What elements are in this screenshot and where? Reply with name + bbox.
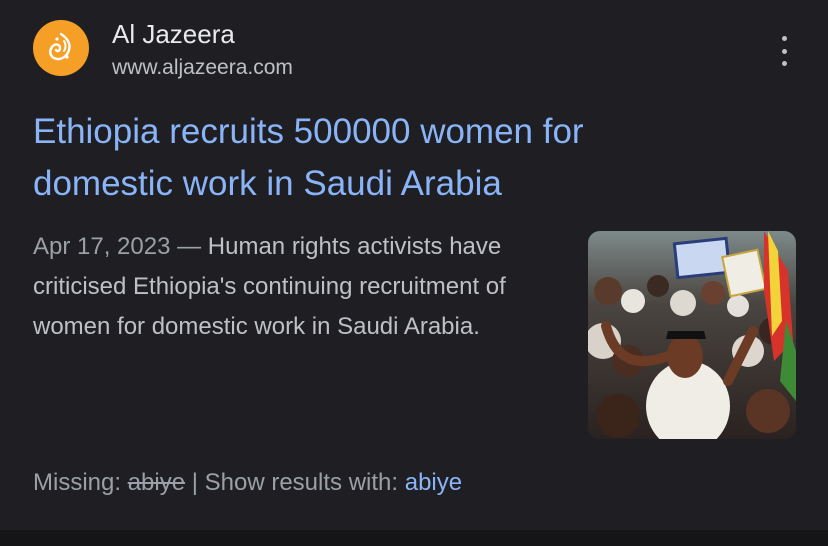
date-separator: — bbox=[170, 233, 208, 260]
result-source-header[interactable]: Al Jazeera www.aljazeera.com bbox=[33, 19, 793, 79]
site-name: Al Jazeera bbox=[112, 19, 235, 49]
missing-term: abiye bbox=[127, 469, 186, 496]
aljazeera-logo-icon bbox=[33, 20, 89, 76]
missing-terms-line: Missing: abiye | Show results with: abiy… bbox=[33, 466, 462, 500]
search-result-card: Al Jazeera www.aljazeera.com Ethiopia re… bbox=[0, 0, 828, 530]
result-date: Apr 17, 2023 bbox=[33, 233, 171, 260]
missing-label: Missing: bbox=[33, 469, 128, 496]
result-title-link[interactable]: Ethiopia recruits 500000 women for domes… bbox=[33, 106, 753, 210]
result-snippet: Apr 17, 2023 — Human rights activists ha… bbox=[33, 227, 553, 347]
show-results-with-link[interactable]: abiye bbox=[405, 469, 462, 496]
bottom-divider bbox=[0, 530, 828, 546]
missing-separator: | bbox=[185, 469, 205, 496]
show-results-label: Show results with: bbox=[204, 469, 405, 496]
result-title-line-1: Ethiopia recruits 500000 women for bbox=[33, 112, 584, 151]
site-url: www.aljazeera.com bbox=[112, 56, 293, 79]
result-thumbnail[interactable] bbox=[588, 231, 796, 439]
result-title-line-2: domestic work in Saudi Arabia bbox=[33, 164, 502, 203]
more-options-button[interactable] bbox=[771, 36, 797, 66]
more-vert-icon bbox=[781, 36, 787, 41]
